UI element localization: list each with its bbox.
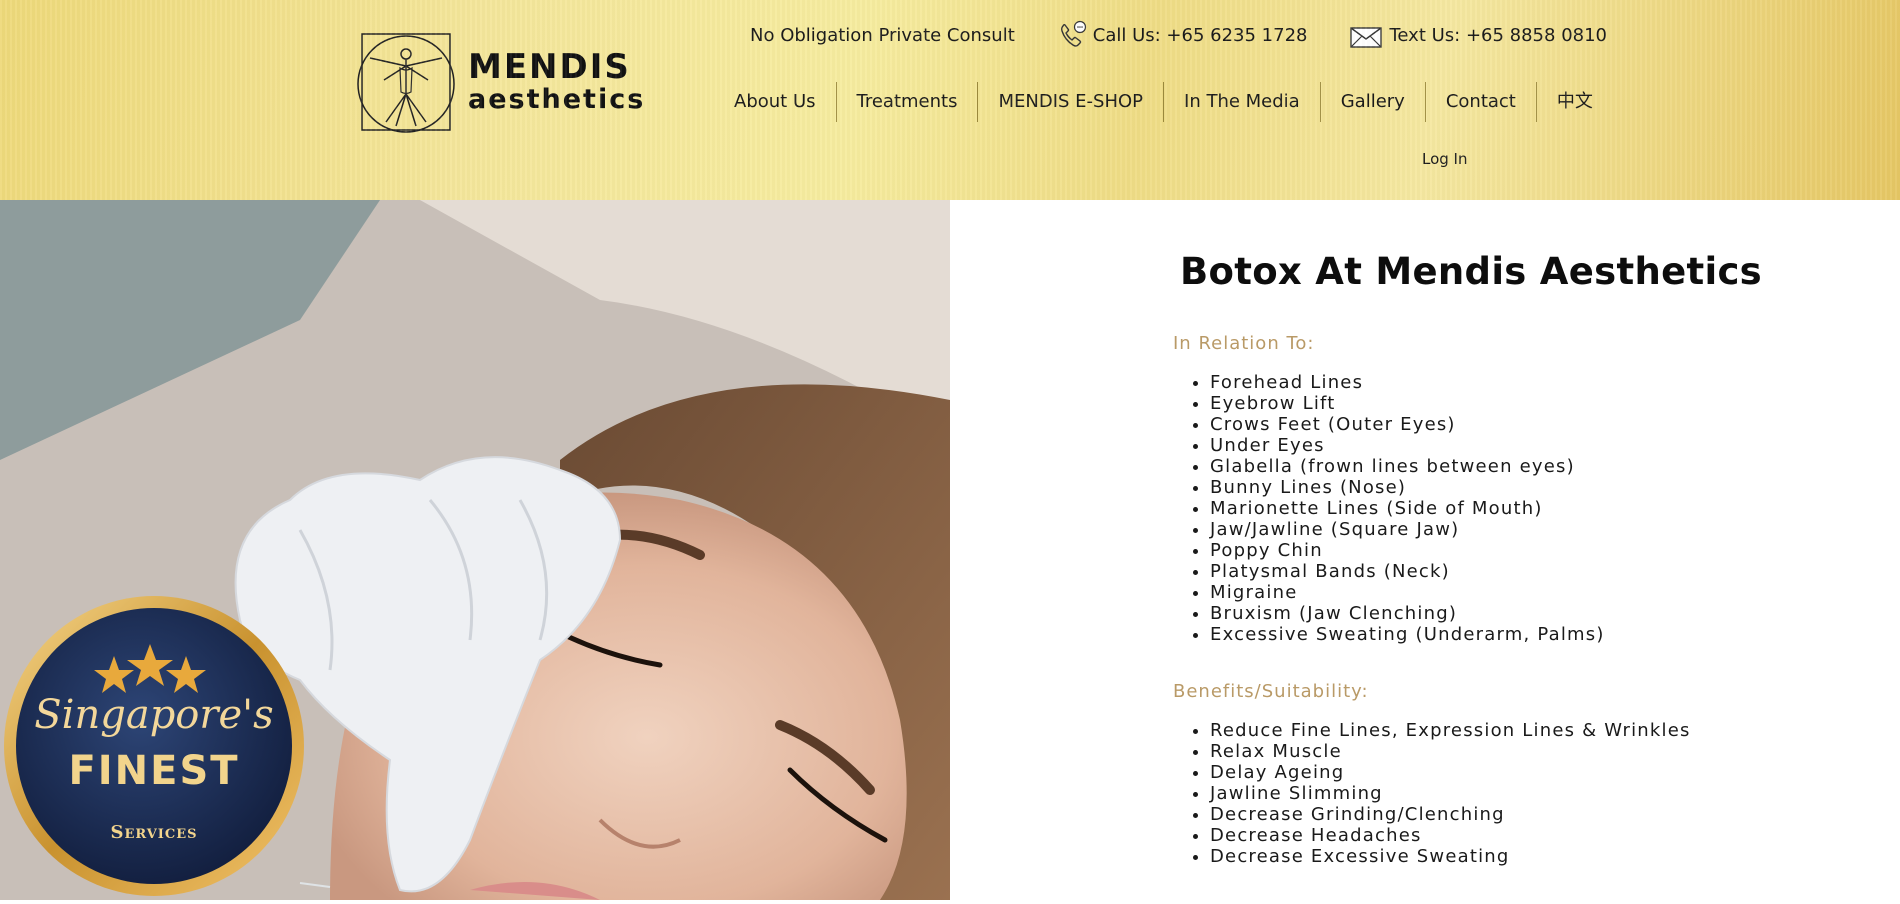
list-item: Jawline Slimming [1210,783,1860,804]
nav-contact[interactable]: Contact [1424,82,1536,122]
list-item: Decrease Headaches [1210,825,1860,846]
envelope-icon [1350,27,1383,48]
benefits-heading: Benefits/Suitability: [1173,681,1369,702]
list-item: Under Eyes [1210,435,1860,456]
call-label: Call Us: +65 6235 1728 [1092,24,1308,46]
benefits-list: Reduce Fine Lines, Expression Lines & Wr… [1160,720,1860,867]
list-item: Bruxism (Jaw Clenching) [1210,603,1860,624]
singapores-finest-badge[interactable]: Singapore's FINEST Services [0,592,308,900]
consult-link[interactable]: No Obligation Private Consult [750,25,1015,46]
phone-icon [1060,20,1086,47]
main-content: Botox At Mendis Aesthetics In Relation T… [1160,250,1860,867]
list-item: Migraine [1210,582,1860,603]
list-item: Glabella (frown lines between eyes) [1210,456,1860,477]
login-button[interactable]: Log In [1422,150,1468,168]
brand-name-main: MENDIS [468,46,631,87]
relation-heading: In Relation To: [1173,333,1315,354]
list-item: Delay Ageing [1210,762,1860,783]
list-item: Platysmal Bands (Neck) [1210,561,1860,582]
badge-line3: Services [110,822,198,843]
badge-line1: Singapore's [34,692,274,738]
relation-list: Forehead Lines Eyebrow Lift Crows Feet (… [1160,372,1860,645]
main-nav: About Us Treatments MENDIS E-SHOP In The… [720,82,1613,122]
call-link[interactable]: Call Us: +65 6235 1728 [1057,20,1308,50]
list-item: Eyebrow Lift [1210,393,1860,414]
nav-eshop[interactable]: MENDIS E-SHOP [977,82,1163,122]
list-item: Relax Muscle [1210,741,1860,762]
list-item: Marionette Lines (Side of Mouth) [1210,498,1860,519]
brand-logo[interactable]: MENDIS aesthetics [356,28,656,134]
nav-chinese[interactable]: 中文 [1535,82,1613,122]
list-item: Jaw/Jawline (Square Jaw) [1210,519,1860,540]
brand-name-sub: aesthetics [468,83,646,115]
badge-line2: FINEST [68,748,240,794]
nav-in-the-media[interactable]: In The Media [1163,82,1320,122]
list-item: Decrease Grinding/Clenching [1210,804,1860,825]
text-link[interactable]: Text Us: +65 8858 0810 [1349,21,1607,49]
badge-graphic [4,596,304,896]
list-item: Decrease Excessive Sweating [1210,846,1860,867]
site-header: MENDIS aesthetics No Obligation Private … [0,0,1900,200]
vitruvian-logo-icon [357,33,455,133]
brand-wordmark: MENDIS aesthetics [468,50,645,113]
list-item: Poppy Chin [1210,540,1860,561]
page-title: Botox At Mendis Aesthetics [1180,250,1763,293]
nav-gallery[interactable]: Gallery [1319,82,1425,122]
list-item: Forehead Lines [1210,372,1860,393]
list-item: Reduce Fine Lines, Expression Lines & Wr… [1210,720,1860,741]
list-item: Bunny Lines (Nose) [1210,477,1860,498]
contact-bar: No Obligation Private Consult Call Us: +… [750,20,1607,50]
list-item: Crows Feet (Outer Eyes) [1210,414,1860,435]
list-item: Excessive Sweating (Underarm, Palms) [1210,624,1860,645]
nav-treatments[interactable]: Treatments [835,82,978,122]
text-label: Text Us: +65 8858 0810 [1389,24,1607,46]
nav-about-us[interactable]: About Us [720,82,836,122]
consult-label: No Obligation Private Consult [750,24,1015,46]
